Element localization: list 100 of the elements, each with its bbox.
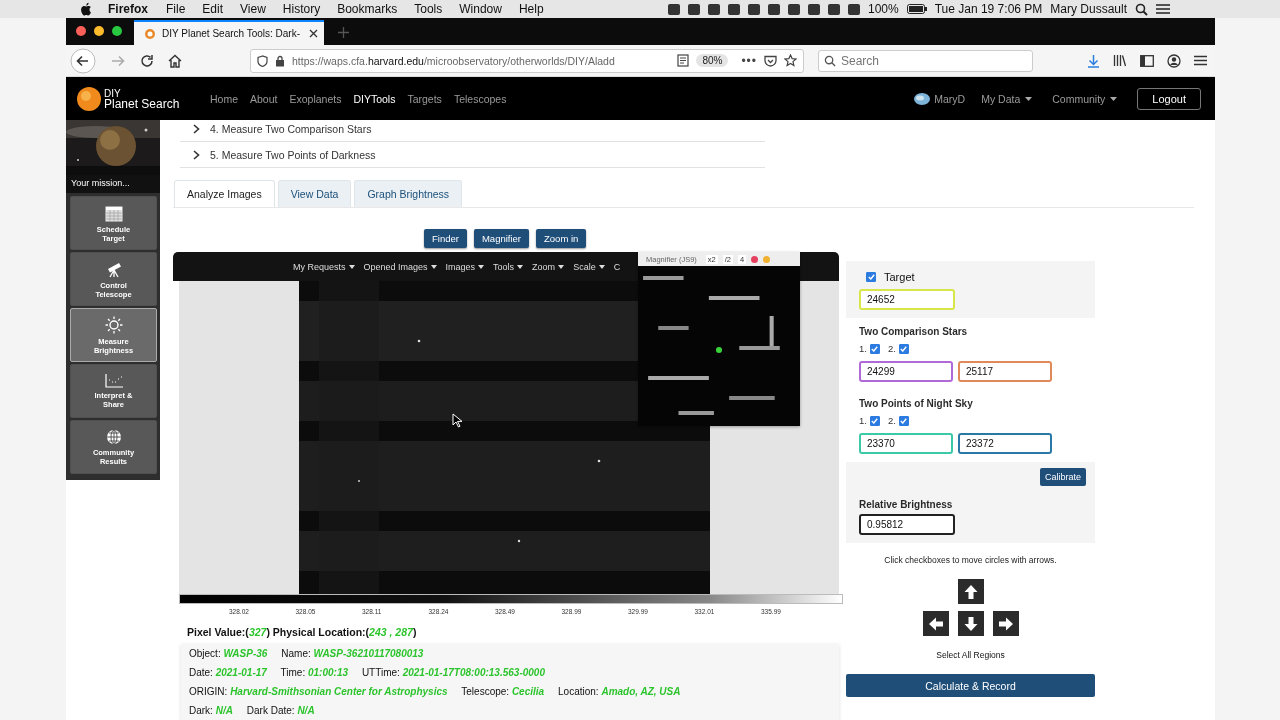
accordion-item[interactable]: 4. Measure Two Comparison Stars [180,120,765,142]
count-field[interactable]: 23370 [859,433,953,454]
back-icon[interactable] [70,47,96,74]
nav-link[interactable]: Targets [407,92,442,105]
calculate-button[interactable]: Calculate & Record [846,674,1095,697]
down-arrow-icon [962,615,979,632]
dropdown-menu[interactable]: My Data [981,92,1033,105]
tab[interactable]: Analyze Images [174,180,275,207]
menu-item[interactable]: File [166,2,186,16]
viewer-menu[interactable]: Opened Images [363,261,437,272]
checkbox-label: 1. [859,343,867,354]
checkbox[interactable] [866,272,876,282]
more-actions-button[interactable]: ••• [741,53,757,68]
viewer-menu[interactable]: Zoom [532,261,565,272]
menu-icon[interactable] [1156,3,1170,15]
minimize-button[interactable] [94,26,104,36]
menu-item[interactable]: Window [459,2,502,16]
move-right-button[interactable] [992,611,1019,636]
favicon-icon [144,27,156,40]
viewer-menu[interactable]: Tools [493,261,524,272]
status-icon[interactable] [748,3,760,15]
apple-icon[interactable] [80,2,92,16]
calibrate-button[interactable]: Calibrate [1039,468,1086,486]
viewer-menu[interactable]: C [613,261,621,272]
tab[interactable]: View Data [277,180,352,207]
viewer-menu[interactable]: My Requests [293,261,355,272]
zoom-level-button[interactable]: 80% [696,54,729,67]
reload-icon[interactable] [140,53,154,68]
count-field[interactable]: 23372 [958,433,1052,454]
count-field[interactable]: 25117 [958,361,1052,382]
menu-icon[interactable] [1194,55,1207,66]
move-up-button[interactable] [957,579,984,604]
user-name[interactable]: Mary Dussault [1050,2,1127,16]
url-field[interactable]: https://waps.cfa.harvard.edu/microobservatory/otherworlds/DIY/Aladd 80% ••• [250,48,804,73]
status-icon[interactable] [768,3,780,15]
site-logo[interactable]: DIY Planet Search [104,87,180,110]
reader-icon[interactable] [677,54,690,67]
checkbox[interactable] [869,415,880,426]
account-icon[interactable] [1167,53,1181,68]
browser-tab[interactable]: DIY Planet Search Tools: Dark- [134,20,324,45]
shield-icon[interactable] [257,54,268,67]
dropdown-menu[interactable]: Community [1052,92,1118,105]
logout-button[interactable]: Logout [1137,87,1201,110]
sidebar-icon[interactable] [1140,54,1154,67]
download-icon[interactable] [1087,53,1100,68]
new-tab-icon[interactable] [338,27,349,38]
status-icon[interactable] [828,3,840,15]
status-icon[interactable] [688,3,700,15]
count-field[interactable]: 24299 [859,361,953,382]
pixel-readout: Pixel Value:(327) Physical Location:(243 , 287) [187,626,418,638]
nav-link[interactable]: Exoplanets [289,92,342,105]
user-link[interactable]: MaryD [934,92,966,105]
tab[interactable]: Graph Brightness [354,180,463,207]
hint-text: Click checkboxes to move circles with arrows. [883,555,1058,565]
close-icon[interactable] [309,29,318,38]
status-icon[interactable] [728,3,740,15]
viewer-button[interactable]: Magnifier [473,229,529,248]
nav-link[interactable]: Home [210,92,238,105]
status-icon[interactable] [808,3,820,15]
nav-link[interactable]: About [250,92,278,105]
move-down-button[interactable] [957,611,984,636]
status-icon[interactable] [788,3,800,15]
brightness-field[interactable]: 0.95812 [859,514,955,535]
accordion-item[interactable]: 5. Measure Two Points of Darkness [180,142,765,168]
target-label: Target [884,271,915,283]
menu-item[interactable]: Bookmarks [337,2,398,16]
star-icon[interactable] [784,54,797,67]
nav-link[interactable]: DIYTools [353,92,396,105]
menu-item[interactable]: View [240,2,266,16]
viewer-menu[interactable]: Images [445,261,485,272]
home-icon[interactable] [168,53,182,68]
menu-item[interactable]: Help [518,2,544,16]
checkbox[interactable] [869,343,880,354]
close-button[interactable] [751,255,759,263]
battery-icon[interactable] [906,4,927,14]
menu-item[interactable]: History [282,2,321,16]
status-icon[interactable] [708,3,720,15]
search-field[interactable]: Search [818,49,1033,72]
clock[interactable]: Tue Jan 19 7:06 PM [934,2,1043,16]
menu-item[interactable]: Tools [414,2,443,16]
status-icon[interactable] [668,3,680,15]
checkbox[interactable] [898,343,909,354]
viewer-button[interactable]: Finder [424,229,467,248]
checkbox[interactable] [898,415,909,426]
viewer-button[interactable]: Zoom in [536,229,587,248]
nav-link[interactable]: Telescopes [453,92,507,105]
lock-icon[interactable] [275,54,285,67]
target-field[interactable]: 24652 [859,289,955,310]
library-icon[interactable] [1113,54,1127,67]
logo-icon [76,85,102,112]
close-window-button[interactable] [76,26,86,36]
viewer-menu[interactable]: Scale [573,261,605,272]
pocket-icon[interactable] [764,54,777,67]
search-icon[interactable] [1135,2,1148,16]
menu-item[interactable]: Edit [202,2,224,16]
maximize-button[interactable] [112,26,122,36]
move-left-button[interactable] [922,611,949,636]
app-menu[interactable]: Firefox [108,2,148,16]
section-title: Two Comparison Stars [859,326,969,337]
status-icon[interactable] [848,3,860,15]
